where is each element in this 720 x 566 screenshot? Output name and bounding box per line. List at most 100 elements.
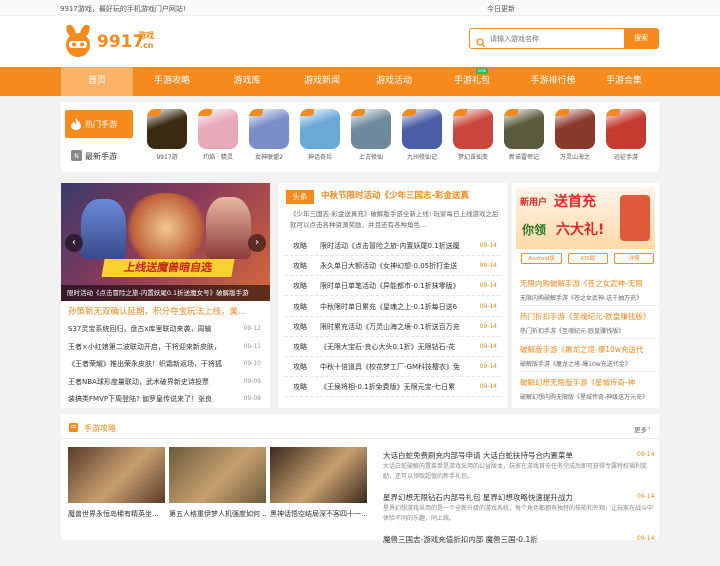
game-name[interactable]: 9917游 [145,152,189,161]
nav-game-library[interactable]: 游戏库 [211,67,283,96]
guide-item-title[interactable]: 星界幻想无限钻石内部号礼包 星界幻想攻略快速提升战力 [383,492,618,503]
left-news-title: 王者×小红娘第二波联动开启，干将迎来新皮肤， [68,342,221,351]
news-date: 09-14 [479,322,497,330]
nav-collections[interactable]: 手游合集 [588,67,660,96]
headline-summary: 《少年三国志-彩金送真充》破解版手游全新上线! 玩家每日上线游戏之后就可以点击各… [290,210,499,229]
left-news-date: 09-08 [243,395,261,402]
tab-hot-games[interactable]: 热门手游 [65,110,133,138]
more-chevron-icon[interactable]: › [648,424,651,432]
right-link-divider [520,338,658,339]
ios-button[interactable]: iOS版 [568,253,608,264]
game-name[interactable]: 梦幻诛仙变 [451,152,495,161]
nav-game-events[interactable]: 游戏活动 [358,67,430,96]
game-name[interactable]: 灼焰 · 精灵 [196,152,240,161]
right-link-title[interactable]: 热门折扣手游《圣魂纪元-欧皇赚钱版》 [520,311,660,322]
center-news-item[interactable]: 攻略 中秋限时单日累充《星魂之上-0.1折每日送6 09-14 [285,297,500,317]
left-news-item[interactable]: S37灵宝系统回归，盘古x库里联动来袭，周输 09-12 [68,321,263,338]
game-icon[interactable] [300,109,340,149]
android-button[interactable]: Android版 [521,253,562,264]
game-badge [147,109,161,116]
newuser-ad[interactable]: 新用户 送首充 你领 六大礼! [516,187,655,249]
left-news-item[interactable]: 王者×小红娘第二波联动开启，干将迎来新皮肤， 09-11 [68,339,263,356]
center-news-item[interactable]: 攻略 中秋十倍道具《校花梦工厂-GM科技樱衣》免费 09-14 [285,357,500,378]
center-news-item[interactable]: 攻略 永久单日大额活动《女神幻想-0.05折打金送 09-14 [285,256,500,277]
main-nav: 首页 手游攻略 游戏库 游戏新闻 游戏活动 手游礼包 new 手游排行榜 手游合… [0,67,720,96]
guide-thumbnail[interactable] [169,447,266,503]
center-news-item[interactable]: 攻略 《无限大宝石-良心大头0.1折》无限钻石-花 09-14 [285,337,500,357]
search-icon [476,33,486,52]
guide-item-title[interactable]: 大话白蛇免费刷充内部号申请 大话白蛇扶持号合内置菜单 [383,450,618,461]
center-news-item[interactable]: 攻略 《王侯将相-0.1折免费版》无限元宝-七日累 09-14 [285,377,500,398]
left-news-item[interactable]: 王者NBA球形度量联动，武术破界新史诗投票 09-09 [68,374,263,391]
game-name[interactable]: 上古修仙 [349,152,393,161]
nav-game-news[interactable]: 游戏新闻 [286,67,358,96]
detail-button[interactable]: 详情 [614,253,654,264]
game-icon[interactable] [555,109,595,149]
guide-item-summary: 大话白蛇破解内置菜单是游戏采用的公益版本，玩家在游戏首充任务完成后即可获得专属特… [383,463,648,480]
left-news-date: 09-12 [243,325,261,332]
left-news-title: 王者NBA球形度量联动，武术破界新史诗投票 [68,377,209,386]
center-news-item[interactable]: 攻略 限时活动《点击冒险之旅-内置妖尾0.1折送魔 09-14 [285,236,500,256]
news-title: 中秋十倍道具《校花梦工厂-GM科技樱衣》免费 [320,363,460,372]
game-name[interactable]: 万灵山海之 [553,152,597,161]
game-name[interactable]: 九州修仙记 [400,152,444,161]
game-icon[interactable] [198,109,238,149]
banner-next-icon[interactable]: › [248,234,266,252]
game-name[interactable]: 远征手游 [604,152,648,161]
news-date: 09-14 [479,343,497,350]
site-tagline: 9917游戏，最好玩的手机游戏门户网站! [60,5,186,13]
banner-carousel[interactable]: 上线送魔兽暗自选 ‹ › 限时活动《点击冒险之旅-内置妖尾0.1折送魔女号》破解… [61,183,270,301]
game-name[interactable]: 新诺雷帝记 [502,152,546,161]
right-link-title[interactable]: 无限内购破解手游《苍之女武神-无限 [520,278,660,289]
game-icon[interactable] [249,109,289,149]
game-icon[interactable] [606,109,646,149]
center-news-item[interactable]: 攻略 限时累充活动《万灵山海之境-0.1折送百万充 09-14 [285,317,500,337]
left-news-item[interactable]: 装搞类FMVP下周登陆? 伽罗皇传说来了！张良 09-08 [68,391,263,408]
game-name[interactable]: 女神联盟2 [247,152,291,161]
banner-prev-icon[interactable]: ‹ [65,234,83,252]
tab-new-games[interactable]: N 最新手游 [65,143,133,169]
right-link-title[interactable]: 破解版手游《屠龙之境-爆10w充送代 [520,344,660,355]
guide-thumb-caption[interactable]: 黑神话悟空结局深不客四十一... [270,509,367,519]
nav-home[interactable]: 首页 [61,67,133,96]
banner-art [121,193,211,263]
site-logo[interactable]: 9917 游戏 .cn [60,24,160,59]
right-link-divider [520,305,658,306]
search-button[interactable]: 搜索 [624,29,658,48]
new-icon: N [71,150,82,161]
left-news-item[interactable]: 《王者荣耀》推出荣永皮肤！织霜新返场，干将狐 09-10 [68,356,263,373]
game-icon[interactable] [351,109,391,149]
guide-item-summary [383,546,653,566]
guide-thumbnail[interactable] [68,447,165,503]
news-title: 永久单日大额活动《女神幻想-0.05折打金送 [320,262,458,271]
news-title: 中秋限时单日累充《星魂之上-0.1折每日送6 [320,302,458,311]
game-icon[interactable] [504,109,544,149]
today-update-link[interactable]: 今日更新 [487,4,515,14]
banner-caption[interactable]: 限时活动《点击冒险之旅-内置妖尾0.1折送魔女号》破解版手游 [61,285,270,301]
news-date: 09-14 [479,242,497,249]
ad-line2: 送首充 [554,194,596,210]
guide-thumb-caption[interactable]: 第五人格重伊梦人机强度如何 ... [169,509,266,519]
right-link-title[interactable]: 破解幻想无限版手游《星城传奇-神 [520,377,660,388]
game-badge [504,109,518,116]
game-name[interactable]: 神话奇兵 [298,152,342,161]
guides-more-link[interactable]: 更多 [634,424,647,434]
banner-character-left [81,199,126,259]
center-news-item[interactable]: 攻略 限时单日单笔活动《异能都市-0.1折抹零版》 09-14 [285,276,500,297]
promo-title[interactable]: 孙策新无双确认延期，积分夺宝玩法上线，美... [68,305,263,317]
search-input[interactable] [490,31,610,46]
headline-title[interactable]: 中秋节限时活动《少年三国志-彩金送真 [321,189,506,201]
nav-gift-packs[interactable]: 手游礼包 [436,67,508,96]
guide-thumbnail[interactable] [270,447,367,503]
game-badge [555,109,569,116]
nav-guides[interactable]: 手游攻略 [136,67,208,96]
guide-thumb-caption[interactable]: 魔兽世界永恒岛稀有精英坐... [68,509,165,519]
game-icon[interactable] [147,109,187,149]
nav-rankings[interactable]: 手游排行榜 [510,67,596,96]
game-icon[interactable] [453,109,493,149]
right-link-divider [520,371,658,372]
game-badge [249,109,263,116]
banner-overlay-text: 上线送魔兽暗自选 [101,259,235,277]
top-bar: 9917游戏，最好玩的手机游戏门户网站! 今日更新 [0,0,720,16]
game-icon[interactable] [402,109,442,149]
